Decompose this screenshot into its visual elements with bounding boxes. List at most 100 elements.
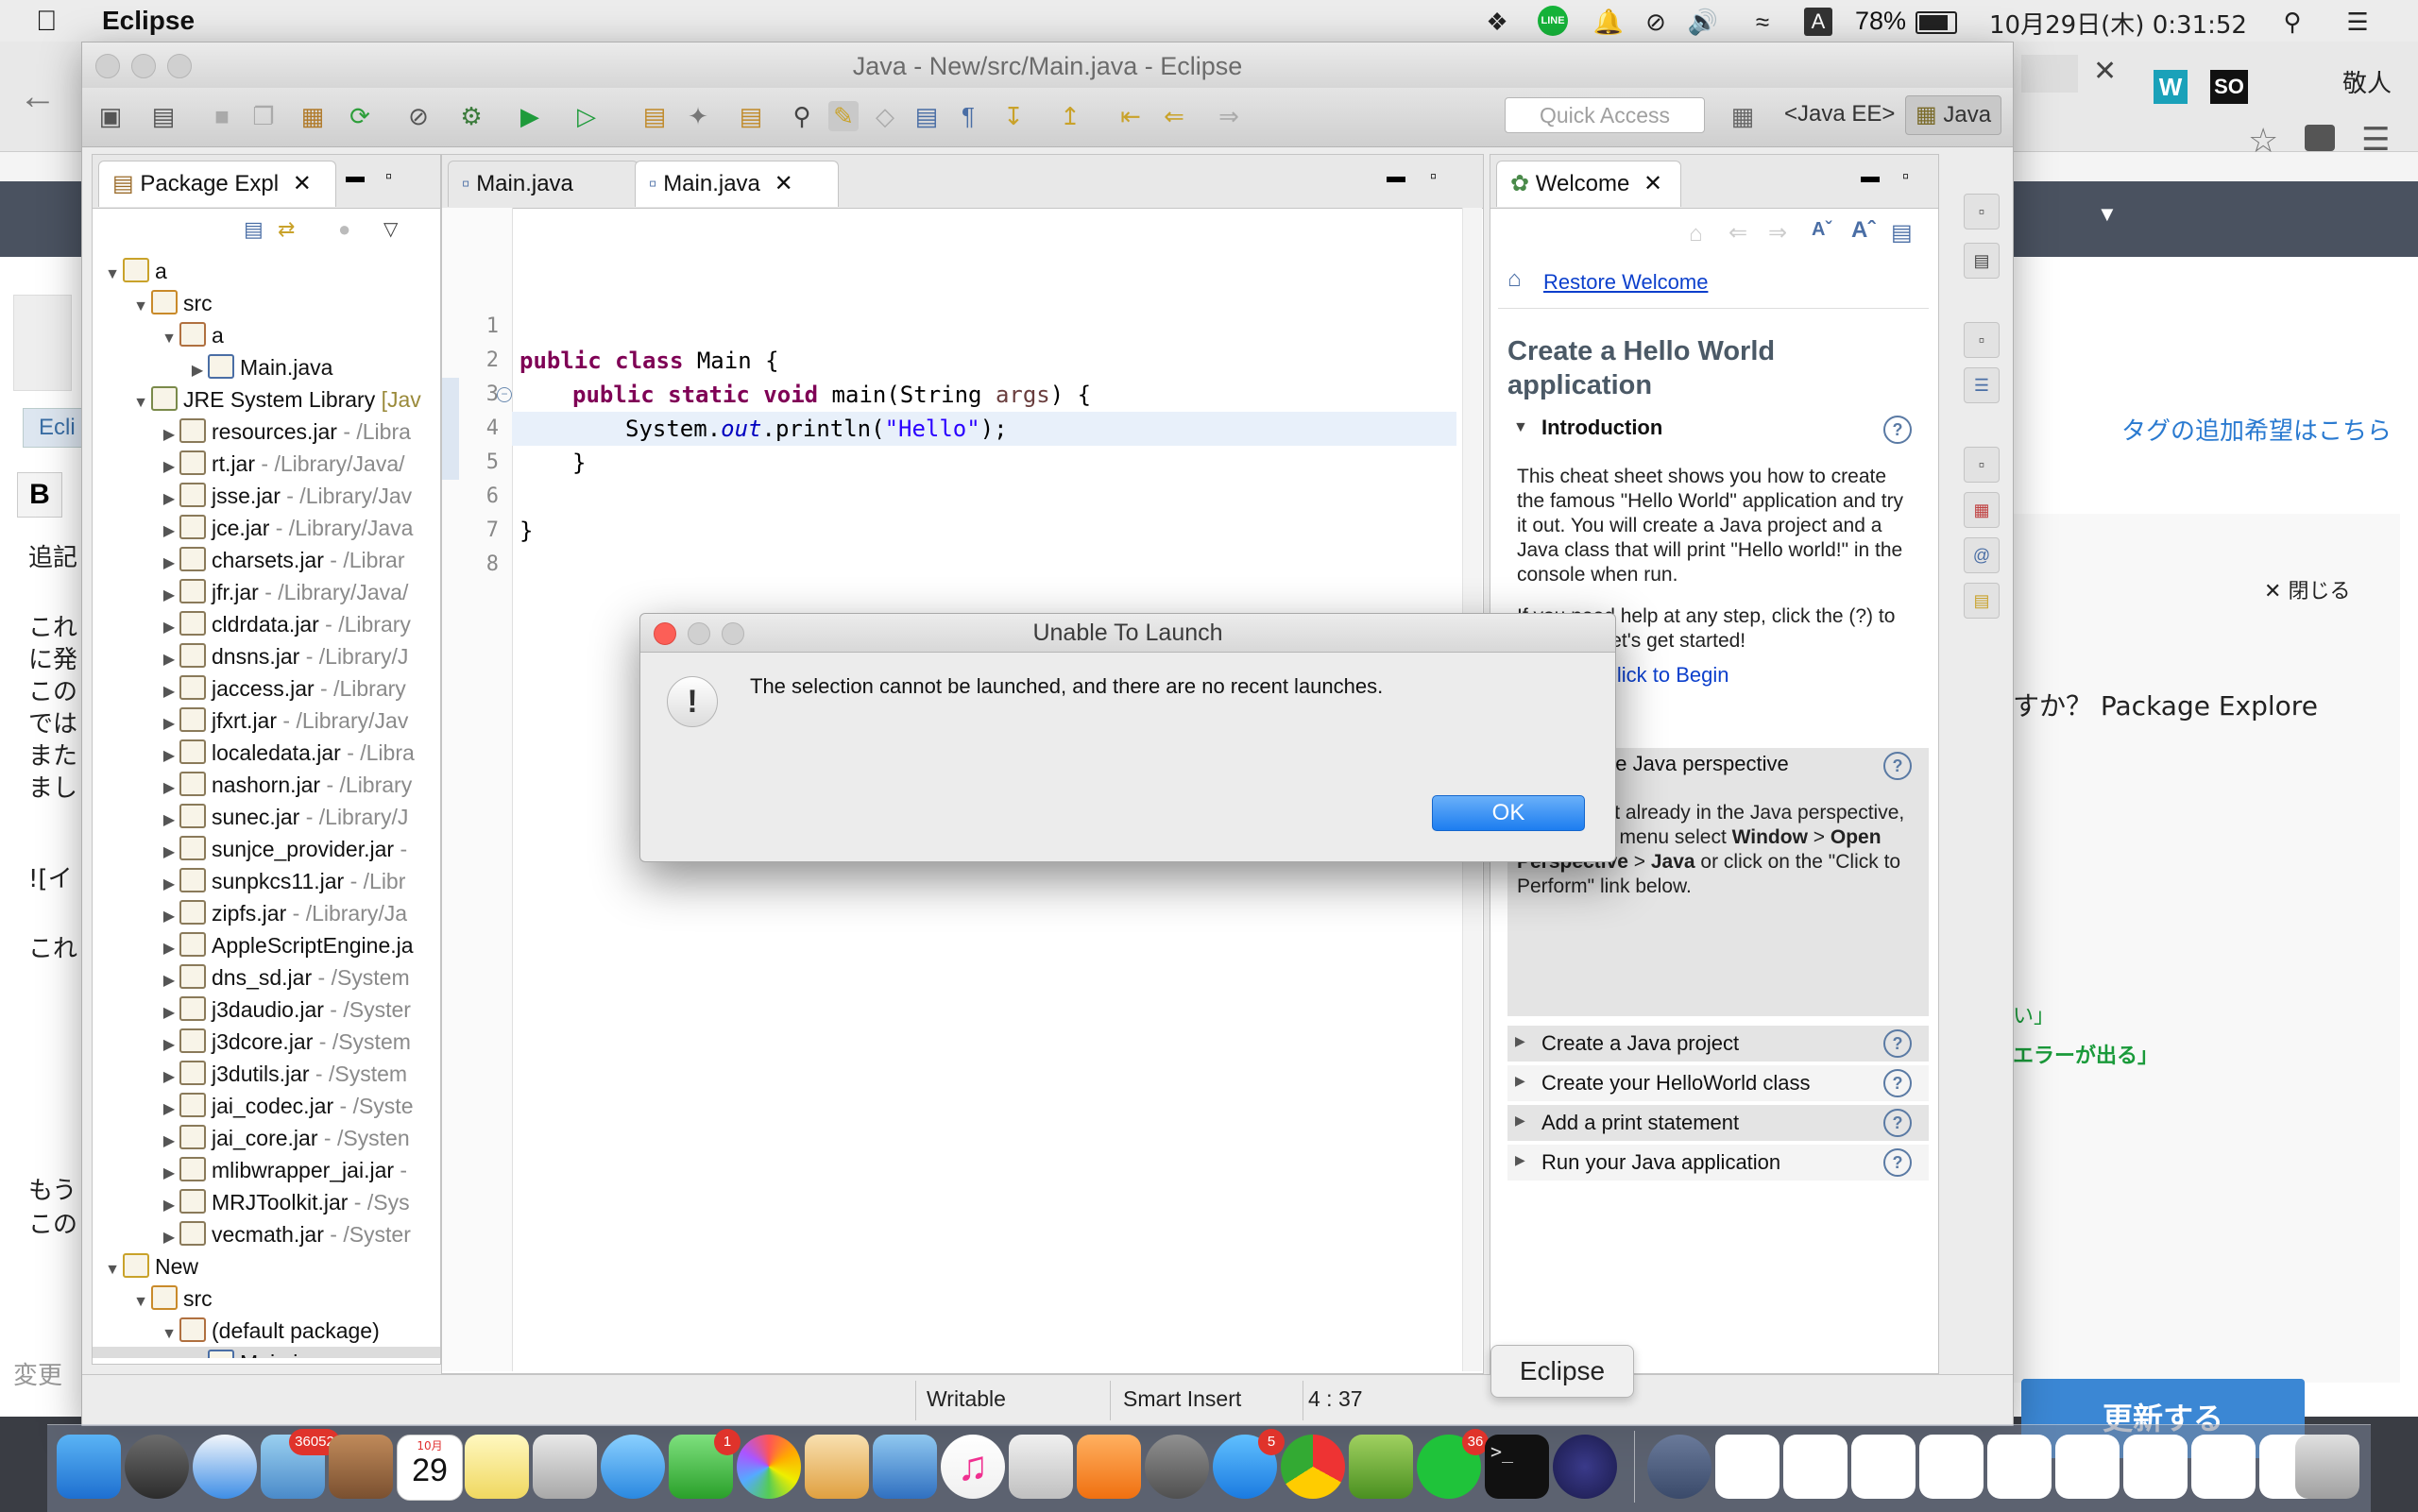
block-selection-icon[interactable]: ◇	[870, 101, 900, 131]
w-extension-icon[interactable]: W	[2154, 70, 2188, 104]
quick-access-input[interactable]: Quick Access	[1505, 97, 1705, 133]
perspective-java[interactable]: ▦ Java	[1905, 95, 2002, 135]
tree-item[interactable]: ▶ sunec.jar - /Library/J	[93, 801, 440, 833]
volume-icon[interactable]: 🔊	[1687, 8, 1719, 36]
help-icon[interactable]: ?	[1883, 1069, 1912, 1097]
collapsed-arrow-icon[interactable]: ▶	[159, 901, 179, 929]
fold-icon[interactable]: −	[497, 387, 512, 402]
ibooks-icon[interactable]	[1077, 1435, 1141, 1499]
minimize-view-icon[interactable]: ▬	[346, 166, 365, 188]
tree-item[interactable]: ▶ dnsns.jar - /Library/J	[93, 640, 440, 672]
save-icon[interactable]: ■	[207, 101, 237, 131]
expanded-arrow-icon[interactable]: ▼	[159, 1318, 179, 1347]
tree-item[interactable]: ▶ charsets.jar - /Librar	[93, 544, 440, 576]
collapsed-arrow-icon[interactable]: ▶	[159, 805, 179, 833]
tree-item[interactable]: ▼ JRE System Library [Jav	[93, 383, 440, 416]
itunes-icon[interactable]: ♫	[941, 1435, 1005, 1499]
code-line-5[interactable]: }	[572, 446, 586, 480]
step-run-java-application[interactable]: ▶ Run your Java application ?	[1507, 1145, 1929, 1181]
wifi-icon[interactable]: ≈	[1744, 8, 1781, 36]
terminal-icon[interactable]: >_	[1485, 1435, 1549, 1499]
calendar-icon[interactable]: 10月 29	[397, 1435, 463, 1501]
trash-icon[interactable]	[2295, 1435, 2359, 1499]
tree-item[interactable]: ▶ MRJToolkit.jar - /Sys	[93, 1186, 440, 1218]
tree-item[interactable]: ▶ jai_core.jar - /Systen	[93, 1122, 440, 1154]
help-icon[interactable]: ?	[1883, 1109, 1912, 1137]
open-type-icon[interactable]: ▦	[298, 101, 328, 131]
maps-icon[interactable]	[1349, 1435, 1413, 1499]
help-icon[interactable]: ?	[1883, 416, 1912, 444]
input-source[interactable]: A	[1804, 8, 1832, 36]
collapsed-arrow-icon[interactable]: ▶	[159, 548, 179, 576]
back-icon[interactable]: ⇐	[1159, 101, 1189, 131]
restore-icon[interactable]: ▫	[1964, 194, 2000, 229]
collapse-all-icon[interactable]: ▤	[244, 217, 264, 242]
new-server-icon[interactable]: ▤	[148, 101, 179, 131]
collapse-all-icon[interactable]: ▤	[1891, 219, 1913, 246]
document-thumbnail-icon[interactable]	[2055, 1435, 2120, 1499]
refresh-icon[interactable]: ⟳	[345, 101, 375, 131]
tree-item[interactable]: ▶ dns_sd.jar - /System	[93, 961, 440, 994]
mark-occurrences-icon[interactable]: ✎	[828, 101, 859, 131]
messages-icon[interactable]	[601, 1435, 665, 1499]
click-to-begin-link[interactable]: Click to Begin	[1602, 663, 1729, 688]
help-icon[interactable]: ?	[1883, 752, 1912, 780]
document-thumbnail-icon[interactable]	[2191, 1435, 2256, 1499]
close-tab-icon[interactable]: ✕	[1643, 171, 1662, 196]
step-add-print-statement[interactable]: ▶ Add a print statement ?	[1507, 1105, 1929, 1141]
expanded-arrow-icon[interactable]: ▼	[102, 1254, 123, 1283]
launchpad-icon[interactable]	[125, 1435, 189, 1499]
chrome-icon[interactable]	[1281, 1435, 1345, 1499]
search-icon[interactable]: ⚲	[787, 101, 817, 131]
clock[interactable]: 10月29日(木) 0:31:52	[1989, 6, 2247, 41]
pocket-icon[interactable]	[2305, 125, 2335, 151]
battery-icon[interactable]	[1916, 11, 1957, 34]
declaration-icon[interactable]: ▤	[1964, 583, 2000, 619]
document-thumbnail-icon[interactable]	[1987, 1435, 2052, 1499]
collapsed-arrow-icon[interactable]: ▶	[159, 419, 179, 448]
browser-menu-icon[interactable]: ☰	[2361, 121, 2390, 159]
tree-item[interactable]: ▶ vecmath.jar - /Syster	[93, 1218, 440, 1250]
tree-item[interactable]: ▶ rt.jar - /Library/Java/	[93, 448, 440, 480]
new-icon[interactable]: ▣	[95, 101, 126, 131]
javadoc-icon[interactable]: @	[1964, 537, 2000, 573]
finder-icon[interactable]	[57, 1435, 121, 1499]
code-line-4[interactable]: System.out.println("Hello");	[625, 412, 1008, 446]
collapsed-arrow-icon[interactable]: ▶	[159, 869, 179, 897]
line-icon[interactable]: LINE	[1538, 6, 1570, 36]
spotlight-icon[interactable]: ⚲	[2276, 8, 2308, 36]
downloads-stack-icon[interactable]	[1647, 1435, 1711, 1499]
tree-item[interactable]: ▶ j3dcore.jar - /System	[93, 1026, 440, 1058]
link-with-editor-icon[interactable]: ⇄	[278, 217, 295, 242]
tag-request-link[interactable]: タグの追加希望はこちら	[2121, 412, 2392, 447]
collapsed-arrow-icon[interactable]: ▶	[187, 1351, 208, 1358]
collapsed-arrow-icon[interactable]: ▶	[159, 484, 179, 512]
collapsed-arrow-icon[interactable]: ▶	[159, 451, 179, 480]
collapsed-arrow-icon[interactable]: ▶	[159, 837, 179, 865]
tree-item[interactable]: ▶ jsse.jar - /Library/Jav	[93, 480, 440, 512]
open-perspective-icon[interactable]: ▦	[1728, 101, 1758, 131]
document-thumbnail-icon[interactable]	[1783, 1435, 1848, 1499]
document-thumbnail-icon[interactable]	[1715, 1435, 1779, 1499]
tree-item[interactable]: ▶ localedata.jar - /Libra	[93, 737, 440, 769]
safari-icon[interactable]	[193, 1435, 257, 1499]
focus-task-icon[interactable]: ●	[338, 217, 350, 242]
preview-icon[interactable]	[533, 1435, 597, 1499]
bold-button[interactable]: B	[17, 472, 62, 518]
tree-item[interactable]: ▶ jfxrt.jar - /Library/Jav	[93, 705, 440, 737]
collapsed-arrow-icon[interactable]: ▶	[159, 516, 179, 544]
tree-item[interactable]: ▶ resources.jar - /Libra	[93, 416, 440, 448]
tab-main-java-1[interactable]: ▫ Main.java	[448, 161, 639, 207]
profile-name[interactable]: 敬人	[2342, 64, 2392, 99]
expanded-arrow-icon[interactable]: ▼	[102, 259, 123, 287]
perspective-java-ee[interactable]: <Java EE>	[1784, 101, 1895, 127]
restore-icon[interactable]: ▫	[1964, 322, 2000, 358]
contacts-icon[interactable]	[329, 1435, 393, 1499]
step-create-helloworld-class[interactable]: ▶ Create your HelloWorld class ?	[1507, 1065, 1929, 1101]
tree-item[interactable]: ▶ AppleScriptEngine.ja	[93, 929, 440, 961]
tree-item[interactable]: ▶ cldrdata.jar - /Library	[93, 608, 440, 640]
tree-item[interactable]: ▶ zipfs.jar - /Library/Ja	[93, 897, 440, 929]
collapsed-arrow-icon[interactable]: ▶	[159, 740, 179, 769]
browser-tab[interactable]	[2021, 55, 2078, 93]
expanded-arrow-icon[interactable]: ▼	[130, 1286, 151, 1315]
